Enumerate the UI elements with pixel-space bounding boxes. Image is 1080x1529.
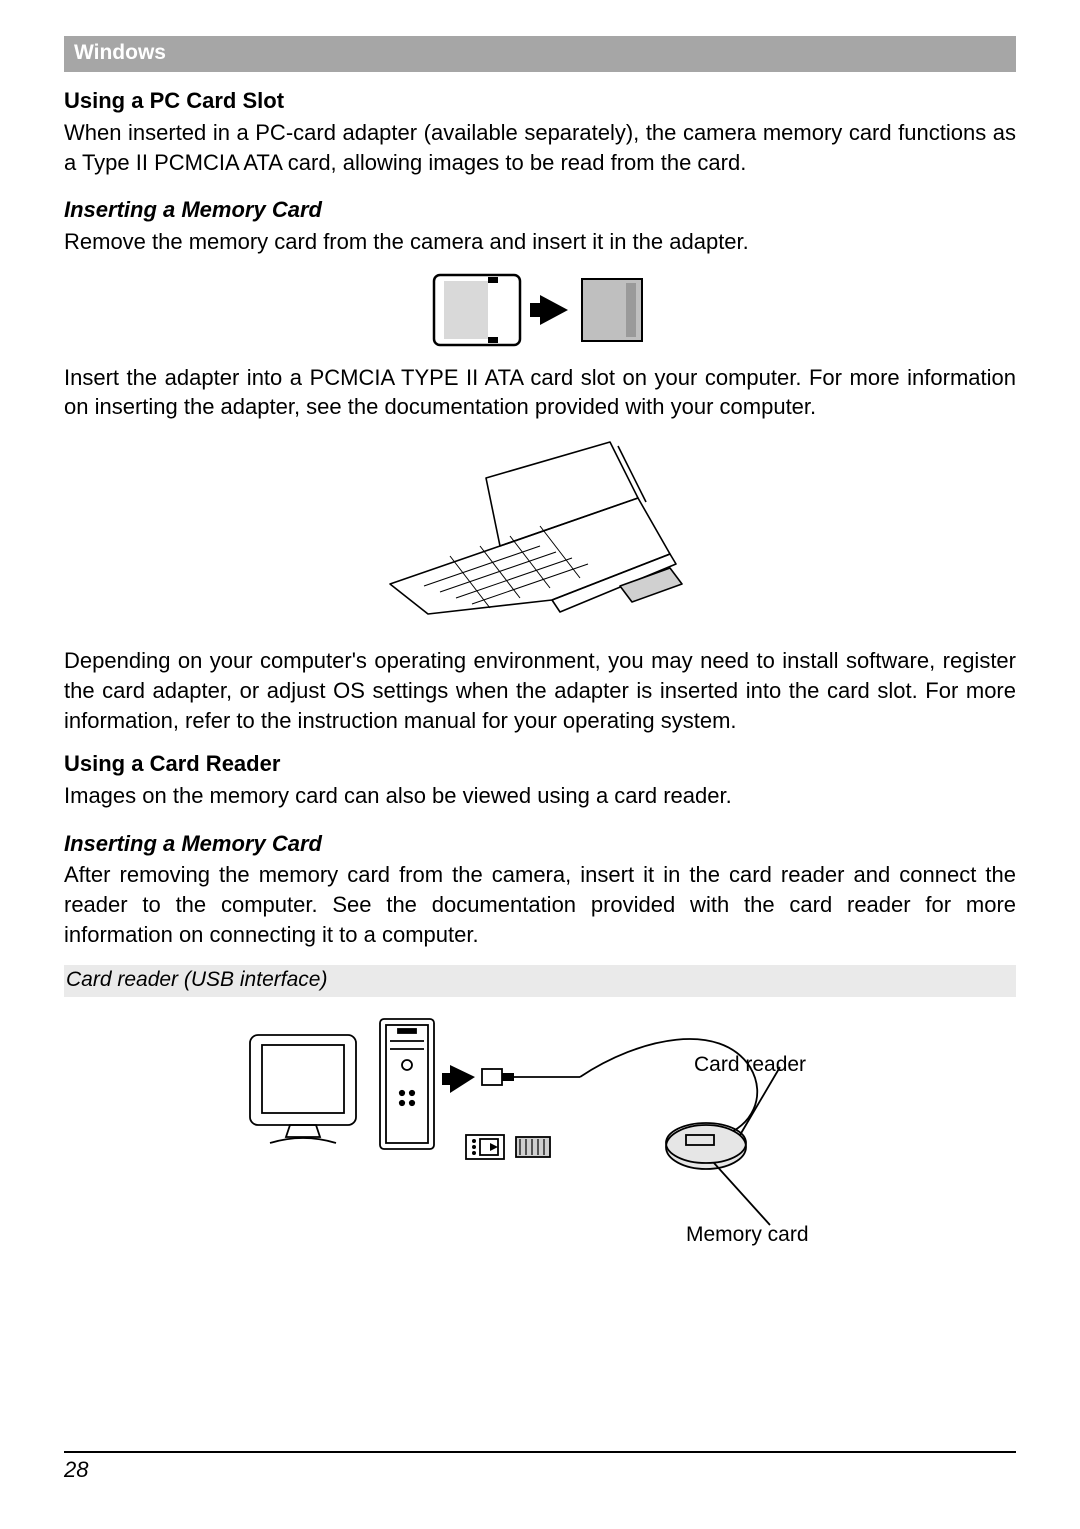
paragraph: Images on the memory card can also be vi… (64, 781, 1016, 811)
section-header: Windows (64, 36, 1016, 72)
label-memory-card: Memory card (686, 1221, 809, 1249)
subheading-inserting-1: Inserting a Memory Card (64, 195, 1016, 225)
paragraph: Depending on your computer's operating e… (64, 646, 1016, 735)
paragraph: Insert the adapter into a PCMCIA TYPE II… (64, 363, 1016, 422)
heading-pc-card-slot: Using a PC Card Slot (64, 86, 1016, 116)
paragraph: When inserted in a PC-card adapter (avai… (64, 118, 1016, 177)
figure-adapter-card (64, 271, 1016, 353)
figure-caption-usb: Card reader (USB interface) (64, 965, 1016, 996)
paragraph: After removing the memory card from the … (64, 860, 1016, 949)
figure-desktop-reader (64, 1007, 1016, 1247)
subheading-inserting-2: Inserting a Memory Card (64, 829, 1016, 859)
label-card-reader: Card reader (694, 1051, 806, 1079)
page-number: 28 (64, 1455, 1016, 1485)
heading-card-reader: Using a Card Reader (64, 749, 1016, 779)
paragraph: Remove the memory card from the camera a… (64, 227, 1016, 257)
figure-laptop (64, 436, 1016, 636)
page-footer: 28 (64, 1451, 1016, 1485)
